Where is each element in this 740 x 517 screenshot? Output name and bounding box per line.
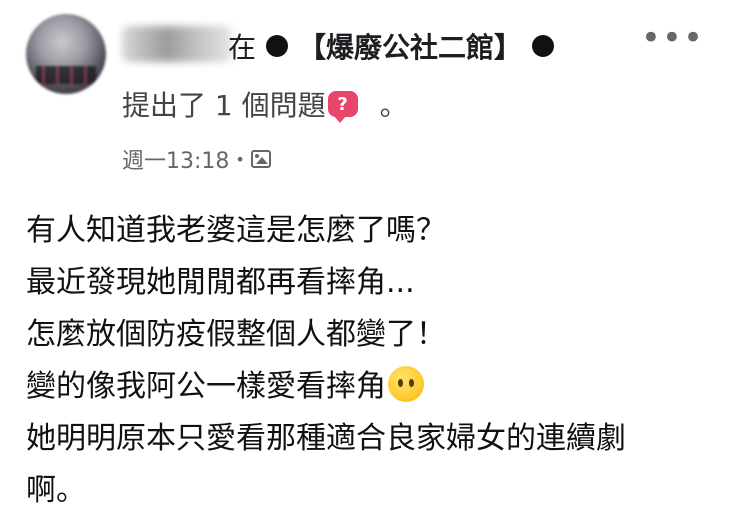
post-meta: 週一13:18 • bbox=[122, 142, 271, 176]
post-line: 有人知道我老婆這是怎麼了嗎？ bbox=[26, 213, 446, 248]
period-text: 。 bbox=[379, 89, 408, 122]
post-line: 最近發現她閒閒都再看摔角... bbox=[26, 265, 415, 300]
photo-icon bbox=[250, 150, 271, 168]
post-action-line: 提出了 1 個問題 ? 。 bbox=[122, 84, 408, 124]
post-line: 變的像我阿公一樣愛看摔角 bbox=[26, 369, 386, 404]
post-timestamp[interactable]: 週一13:18 bbox=[122, 143, 229, 175]
question-badge-icon: ? bbox=[327, 91, 358, 123]
post-line: 啊。 bbox=[26, 473, 86, 508]
group-name-link[interactable]: 【爆廢公社二館】 bbox=[298, 26, 522, 66]
group-bullet-icon bbox=[266, 35, 289, 57]
post-header: 在 【爆廢公社二館】 bbox=[228, 26, 564, 66]
post-body: 有人知道我老婆這是怎麼了嗎？ 最近發現她閒閒都再看摔角... 怎麼放個防疫假整個… bbox=[26, 205, 726, 517]
more-options-icon[interactable]: ••• bbox=[641, 21, 704, 55]
author-avatar[interactable] bbox=[26, 14, 106, 94]
post-line: 怎麼放個防疫假整個人都變了！ bbox=[26, 317, 446, 352]
group-bullet-icon bbox=[532, 35, 555, 57]
action-text: 提出了 1 個問題 bbox=[122, 89, 326, 122]
no-mouth-face-emoji-icon bbox=[388, 366, 424, 402]
author-name-blurred[interactable] bbox=[122, 26, 232, 62]
post-line-with-emoji: 變的像我阿公一樣愛看摔角 bbox=[26, 361, 726, 413]
post-line: 她明明原本只愛看那種適合良家婦女的連續劇 bbox=[26, 421, 626, 456]
meta-separator: • bbox=[235, 149, 245, 169]
posted-in-text: 在 bbox=[228, 31, 257, 64]
